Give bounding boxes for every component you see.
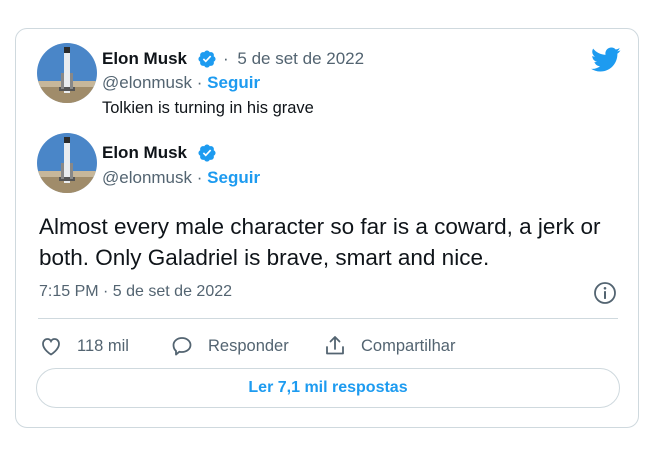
tweet-date[interactable]: 5 de set de 2022 — [237, 49, 364, 68]
info-icon[interactable] — [593, 281, 617, 305]
verified-badge-icon — [198, 144, 216, 162]
verified-badge-icon — [198, 50, 216, 68]
like-count: 118 mil — [77, 336, 129, 355]
author-handle[interactable]: @elonmusk — [102, 168, 192, 187]
reply-label: Responder — [208, 336, 289, 355]
follow-link[interactable]: Seguir — [207, 168, 260, 187]
author-name[interactable]: Elon Musk — [102, 143, 187, 163]
avatar[interactable] — [37, 133, 97, 193]
tweet-text: Almost every male character so far is a … — [39, 214, 601, 270]
reply-bubble-icon — [172, 337, 192, 356]
read-replies-label: Ler 7,1 mil respostas — [248, 379, 408, 396]
separator-dot: · — [223, 49, 229, 68]
tweet-timestamp[interactable]: 7:15 PM · 5 de set de 2022 — [39, 283, 232, 301]
divider — [38, 318, 618, 319]
tweet-embed-card: Elon Musk · 5 de set de 2022 @elonmusk ·… — [15, 28, 639, 428]
reply-button[interactable]: Responder — [170, 333, 289, 359]
like-button[interactable]: 118 mil — [39, 333, 129, 359]
follow-link[interactable]: Seguir — [207, 73, 260, 92]
share-icon — [326, 336, 344, 355]
separator-dot: · — [196, 168, 203, 187]
quoted-tweet-text: Tolkien is turning in his grave — [102, 99, 314, 117]
share-label: Compartilhar — [361, 336, 456, 355]
separator-dot: · — [196, 73, 203, 92]
heart-icon — [42, 338, 60, 356]
share-button[interactable]: Compartilhar — [323, 333, 455, 359]
read-replies-button[interactable]: Ler 7,1 mil respostas — [36, 368, 620, 408]
avatar[interactable] — [37, 43, 97, 103]
author-name[interactable]: Elon Musk — [102, 49, 187, 69]
twitter-bird-icon[interactable] — [591, 47, 621, 73]
author-handle[interactable]: @elonmusk — [102, 73, 192, 92]
